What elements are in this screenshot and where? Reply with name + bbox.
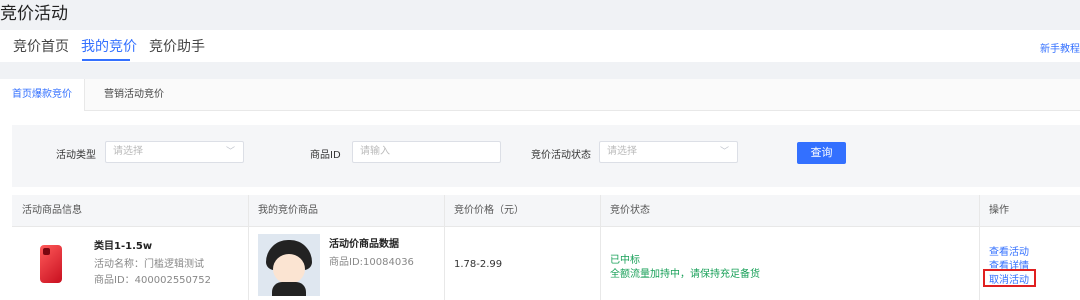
bid-status-label: 竞价活动状态 [531,150,591,161]
activity-name: 活动名称：门槛逻辑测试 [94,259,204,270]
highlight-box [983,269,1036,287]
bid-product-id: 商品ID:10084036 [329,257,414,268]
bid-status: 已中标 [610,255,640,266]
filter-bar: 活动类型 请选择 ﹀ 商品ID 请输入 竞价活动状态 请选择 ﹀ 查询 [12,125,1080,187]
bid-status-detail: 全额流量加持中，请保持充足备货 [610,269,760,280]
product-thumbnail [40,245,62,283]
top-nav: 竞价首页 我的竞价 竞价助手 新手教程 [0,30,1080,62]
sub-tab-homepage-hot[interactable]: 首页爆款竞价 [0,79,85,111]
view-activity-link[interactable]: 查看活动 [989,243,1029,258]
table-header: 活动商品信息 我的竞价商品 竞价价格（元） 竞价状态 操作 [12,195,1080,227]
product-id-label: 商品ID [310,150,341,161]
tab-my-bids[interactable]: 我的竞价 [81,38,137,56]
sub-tabs: 首页爆款竞价 营销活动竞价 [0,79,1080,111]
bid-status-placeholder: 请选择 [607,146,637,157]
sub-tab-marketing[interactable]: 营销活动竞价 [92,79,176,111]
tab-bid-assistant[interactable]: 竞价助手 [149,38,205,56]
product-id-placeholder: 请输入 [360,146,390,157]
column-header-bid-price: 竞价价格（元） [454,205,524,216]
column-header-activity-product: 活动商品信息 [22,205,82,216]
column-header-my-bid-product: 我的竞价商品 [258,205,318,216]
activity-type-label: 活动类型 [56,150,96,161]
product-id: 商品ID：400002550752 [94,275,211,286]
bid-product-thumbnail [258,234,320,296]
page-title: 竞价活动 [0,4,68,24]
beginner-tutorial-link[interactable]: 新手教程 [1040,40,1080,55]
activity-type-placeholder: 请选择 [113,146,143,157]
main-panel: 首页爆款竞价 营销活动竞价 活动类型 请选择 ﹀ 商品ID 请输入 竞价活动状态… [0,79,1080,300]
query-button[interactable]: 查询 [797,142,846,164]
column-header-bid-status: 竞价状态 [610,205,650,216]
bid-price: 1.78-2.99 [454,259,503,270]
chevron-down-icon: ﹀ [719,147,729,157]
tab-bid-home[interactable]: 竞价首页 [13,38,69,56]
table-row: 类目1-1.5w 活动名称：门槛逻辑测试 商品ID：400002550752 活… [12,227,1080,300]
bid-product-name: 活动价商品数据 [329,239,399,250]
activity-type-select[interactable]: 请选择 ﹀ [105,141,244,163]
active-tab-indicator [82,59,130,61]
column-header-actions: 操作 [989,205,1009,216]
product-name: 类目1-1.5w [94,241,153,252]
bid-status-select[interactable]: 请选择 ﹀ [599,141,738,163]
chevron-down-icon: ﹀ [225,147,235,157]
product-id-input[interactable]: 请输入 [352,141,501,163]
bid-table: 活动商品信息 我的竞价商品 竞价价格（元） 竞价状态 操作 类目1-1.5w 活… [12,195,1080,300]
